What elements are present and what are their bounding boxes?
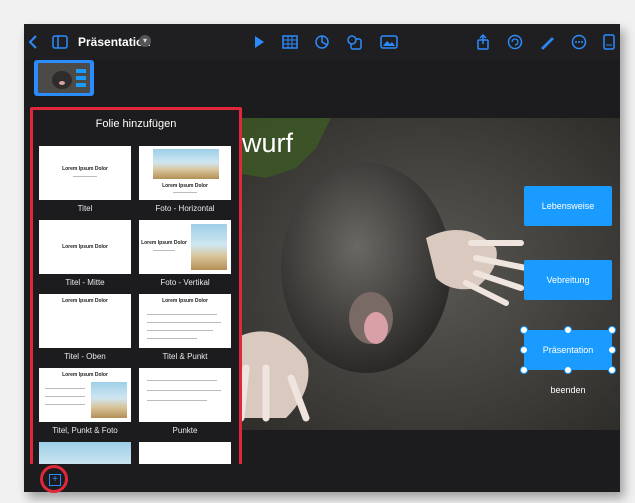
slide-thumbnail-preview: [38, 63, 90, 93]
layout-card-text: Lorem Ipsum Dolor: [62, 298, 108, 304]
chart-icon[interactable]: [314, 33, 330, 51]
bullet-line: [147, 322, 221, 323]
bottom-bar: [24, 464, 620, 492]
layout-titel-punkt-foto[interactable]: Lorem Ipsum Dolor Titel, Punkt & Foto: [39, 368, 131, 435]
subtitle-line: [73, 176, 97, 177]
media-icon[interactable]: [380, 33, 398, 51]
selection-handle[interactable]: [564, 326, 572, 334]
layout-card-text: Lorem Ipsum Dolor: [62, 372, 108, 378]
sidebar-icon[interactable]: [52, 33, 68, 51]
more-icon[interactable]: [571, 33, 587, 51]
beach-photo: [91, 382, 127, 418]
bullet-line: [147, 338, 197, 339]
layout-label: Titel & Punkt: [162, 352, 208, 361]
selection-handle[interactable]: [520, 326, 528, 334]
layout-label: Titel - Oben: [64, 352, 106, 361]
layout-label: Foto - Horizontal: [155, 204, 215, 213]
title-chevron-icon[interactable]: ▾: [139, 35, 151, 47]
selection-handle[interactable]: [520, 346, 528, 354]
layout-titel-oben[interactable]: Lorem Ipsum Dolor Titel - Oben: [39, 294, 131, 361]
layout-preview: Lorem Ipsum Dolor: [39, 368, 131, 422]
undo-icon[interactable]: [507, 33, 523, 51]
layout-label: Foto - Vertikal: [160, 278, 210, 287]
verbreitung-button[interactable]: Vebreitung: [524, 260, 612, 300]
slide-canvas[interactable]: lwurf Lebensweise Vebreitung Präsentatio…: [236, 118, 620, 430]
layout-foto-vertikal[interactable]: Lorem Ipsum Dolor Foto - Vertikal: [139, 220, 231, 287]
layout-card-text: Lorem Ipsum Dolor: [62, 244, 108, 250]
table-icon[interactable]: [282, 33, 298, 51]
beach-photo: [191, 224, 227, 270]
share-icon[interactable]: [476, 33, 490, 51]
layout-titel-punkt[interactable]: Lorem Ipsum Dolor Titel & Punkt: [139, 294, 231, 361]
back-icon[interactable]: [28, 33, 38, 51]
layout-preview: Lorem Ipsum Dolor: [39, 294, 131, 348]
add-slide-popover: Folie hinzufügen Lorem Ipsum Dolor Titel…: [30, 107, 242, 491]
layout-preview: Lorem Ipsum Dolor: [39, 220, 131, 274]
selection-handle[interactable]: [520, 366, 528, 374]
bullet-line: [147, 400, 207, 401]
layout-foto-horizontal[interactable]: Lorem Ipsum Dolor Foto - Horizontal: [139, 146, 231, 213]
popover-title: Folie hinzufügen: [95, 118, 177, 130]
bullet-line: [147, 380, 217, 381]
layout-preview: Lorem Ipsum Dolor: [139, 220, 231, 274]
selection-handle[interactable]: [608, 326, 616, 334]
slide-title[interactable]: lwurf: [236, 128, 293, 158]
selection-handle[interactable]: [608, 366, 616, 374]
selection-handle[interactable]: [564, 366, 572, 374]
layout-label: Titel - Mitte: [65, 278, 105, 287]
lebensweise-button[interactable]: Lebensweise: [524, 186, 612, 226]
bullet-line: [147, 330, 213, 331]
add-slide-button[interactable]: +: [49, 474, 61, 486]
praesentation-beenden-button[interactable]: Präsentation beenden: [524, 330, 612, 395]
layout-punkte[interactable]: Punkte: [139, 368, 231, 435]
layout-titel[interactable]: Lorem Ipsum Dolor Titel: [39, 146, 131, 213]
bullet-line: [45, 388, 85, 389]
layout-preview: [139, 368, 231, 422]
layout-card-text: Lorem Ipsum Dolor: [162, 183, 208, 189]
play-icon[interactable]: [252, 33, 266, 51]
layout-card-text: Lorem Ipsum Dolor: [141, 240, 187, 246]
beach-photo: [153, 149, 219, 179]
bullet-line: [147, 314, 217, 315]
layout-label: Punkte: [172, 426, 198, 435]
selection-handle[interactable]: [608, 346, 616, 354]
layout-card-text: Lorem Ipsum Dolor: [162, 298, 208, 304]
toolbar: Präsentation ▾: [24, 24, 620, 60]
layout-preview: Lorem Ipsum Dolor: [139, 294, 231, 348]
subtitle-line: [153, 250, 175, 251]
layout-card-text: Lorem Ipsum Dolor: [62, 166, 108, 172]
format-brush-icon[interactable]: [539, 33, 555, 51]
layout-label: Titel, Punkt & Foto: [52, 426, 118, 435]
layout-preview: Lorem Ipsum Dolor: [39, 146, 131, 200]
layout-titel-mitte[interactable]: Lorem Ipsum Dolor Titel - Mitte: [39, 220, 131, 287]
subtitle-line: [173, 192, 197, 193]
slide-navigator: [24, 60, 620, 100]
slide-thumbnail-1[interactable]: [34, 60, 94, 96]
bullet-line: [147, 390, 221, 391]
app-window: Präsentation ▾ lwurf Lebensweise Vebreit…: [24, 24, 620, 492]
layout-preview: Lorem Ipsum Dolor: [139, 146, 231, 200]
bullet-line: [45, 404, 85, 405]
bullet-line: [45, 396, 85, 397]
document-icon[interactable]: [602, 33, 616, 51]
shapes-icon[interactable]: [346, 33, 362, 51]
layout-label: Titel: [77, 204, 93, 213]
